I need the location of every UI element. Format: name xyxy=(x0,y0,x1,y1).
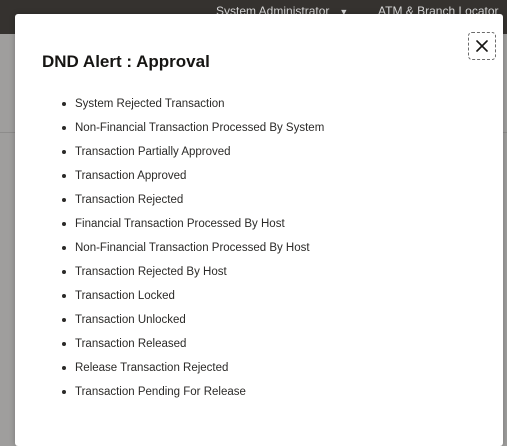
modal-title: DND Alert : Approval xyxy=(42,52,210,71)
list-item-label: Non-Financial Transaction Processed By S… xyxy=(75,122,325,134)
bullet-icon xyxy=(62,318,66,322)
list-item-label: Release Transaction Rejected xyxy=(75,362,229,374)
list-item: Financial Transaction Processed By Host xyxy=(62,216,324,240)
list-item-label: Transaction Rejected By Host xyxy=(75,266,227,278)
bullet-icon xyxy=(62,102,66,106)
list-item-label: Transaction Rejected xyxy=(75,194,184,206)
list-item-label: Transaction Approved xyxy=(75,170,187,182)
list-item-label: Transaction Released xyxy=(75,338,187,350)
list-item-label: Financial Transaction Processed By Host xyxy=(75,218,285,230)
bullet-icon xyxy=(62,150,66,154)
bullet-icon xyxy=(62,270,66,274)
bullet-icon xyxy=(62,246,66,250)
dnd-alert-modal: DND Alert : Approval System Rejected Tra… xyxy=(15,14,503,446)
list-item: Transaction Partially Approved xyxy=(62,144,324,168)
list-item-label: Non-Financial Transaction Processed By H… xyxy=(75,242,310,254)
bullet-icon xyxy=(62,366,66,370)
list-item-label: System Rejected Transaction xyxy=(75,98,225,110)
list-item: Non-Financial Transaction Processed By H… xyxy=(62,240,324,264)
bullet-icon xyxy=(62,294,66,298)
bullet-icon xyxy=(62,198,66,202)
list-item: Transaction Released xyxy=(62,336,324,360)
list-item: Transaction Rejected xyxy=(62,192,324,216)
list-item: Transaction Unlocked xyxy=(62,312,324,336)
list-item: Transaction Pending For Release xyxy=(62,384,324,408)
list-item: Transaction Approved xyxy=(62,168,324,192)
list-item-label: Transaction Partially Approved xyxy=(75,146,231,158)
list-item-label: Transaction Unlocked xyxy=(75,314,186,326)
list-item-label: Transaction Locked xyxy=(75,290,175,302)
bullet-icon xyxy=(62,222,66,226)
list-item: System Rejected Transaction xyxy=(62,96,324,120)
bullet-icon xyxy=(62,174,66,178)
list-item: Transaction Locked xyxy=(62,288,324,312)
list-item: Transaction Rejected By Host xyxy=(62,264,324,288)
bullet-icon xyxy=(62,126,66,130)
alert-status-list: System Rejected Transaction Non-Financia… xyxy=(62,96,324,408)
list-item: Non-Financial Transaction Processed By S… xyxy=(62,120,324,144)
list-item-label: Transaction Pending For Release xyxy=(75,386,246,398)
list-item: Release Transaction Rejected xyxy=(62,360,324,384)
bullet-icon xyxy=(62,390,66,394)
close-button[interactable] xyxy=(468,32,496,60)
close-icon xyxy=(476,40,488,52)
bullet-icon xyxy=(62,342,66,346)
